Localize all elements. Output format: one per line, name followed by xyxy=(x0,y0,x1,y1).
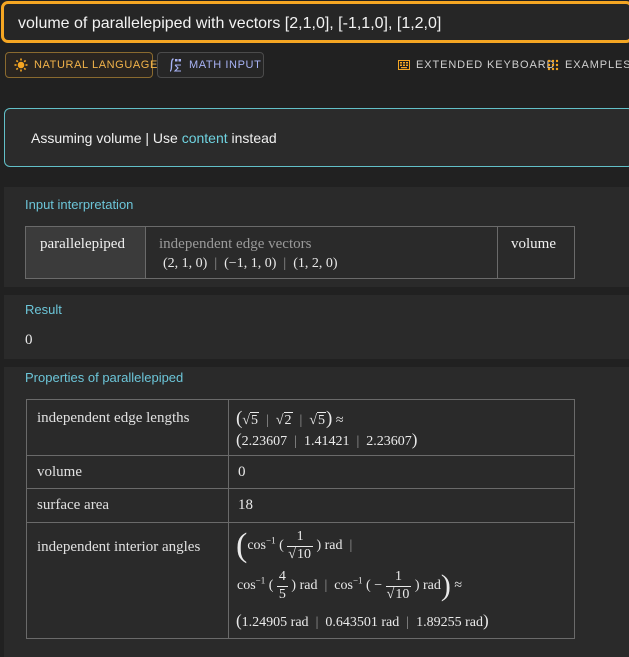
natural-language-button[interactable]: NATURAL LANGUAGE xyxy=(5,52,157,78)
interp-param-cell: independent edge vectors (2, 1, 0) | (−1, … xyxy=(146,227,498,278)
approx-value: 1.89255 rad xyxy=(416,615,483,630)
row-value: 18 xyxy=(238,497,253,513)
vector-2: (−1, 1, 0) xyxy=(224,256,277,271)
table-row: independent interior angles (cos−1 ( 1 √1… xyxy=(27,523,574,638)
pod-separator xyxy=(4,359,629,367)
approx-value: 2.23607 xyxy=(241,434,288,449)
assumption-text: Assuming volume | Use content instead xyxy=(31,130,277,146)
row-label: volume xyxy=(37,464,82,480)
unit: rad xyxy=(299,578,318,594)
approx-value: 2.23607 xyxy=(366,434,412,449)
row-label: surface area xyxy=(37,497,110,513)
fraction: 1 √10 xyxy=(287,529,313,562)
root-value: 5 xyxy=(250,412,260,428)
sun-icon xyxy=(14,58,28,72)
result-value: 0 xyxy=(25,332,33,348)
sign: − xyxy=(374,578,383,594)
row-value: 0 xyxy=(238,464,246,480)
func-name: cos xyxy=(334,578,353,594)
properties-title: Properties of parallelepiped xyxy=(25,370,184,385)
edge-lengths-exact: (√5 | √2 | √5) ≈ xyxy=(236,408,344,429)
assumption-banner: Assuming volume | Use content instead xyxy=(4,108,629,167)
assumption-prefix: Assuming volume | Use xyxy=(31,130,178,146)
interp-object-cell: parallelepiped xyxy=(26,227,146,278)
root-value: 2 xyxy=(283,412,293,428)
interp-property: volume xyxy=(511,236,556,252)
unit: rad xyxy=(422,578,441,594)
table-row: independent edge lengths (√5 | √2 | √5) ≈ (2… xyxy=(27,400,574,456)
vector-3: (1, 2, 0) xyxy=(293,256,338,271)
approx-value: 1.24905 rad xyxy=(241,615,309,630)
interp-property-cell: volume xyxy=(498,227,574,278)
row-label: independent edge lengths xyxy=(37,410,190,426)
examples-label: EXAMPLES xyxy=(565,59,629,71)
table-row: volume 0 xyxy=(27,456,574,489)
angle-1-exact: (cos−1 ( 1 √10 ) rad | xyxy=(236,527,353,564)
approx-value: 0.643501 rad xyxy=(325,615,400,630)
angle-2-3-exact: cos−1 ( 45 ) rad | cos−1 ( − 1 √10 ) rad) ≈ xyxy=(237,569,463,602)
integral-sigma-icon xyxy=(166,57,183,73)
search-input[interactable]: volume of parallelepiped with vectors [2… xyxy=(1,1,629,43)
grid-dots-icon xyxy=(547,59,559,71)
result-title: Result xyxy=(25,302,62,317)
func-name: cos xyxy=(237,578,256,594)
math-input-label: MATH INPUT xyxy=(189,59,262,71)
natural-language-label: NATURAL LANGUAGE xyxy=(34,59,158,71)
approx-value: 1.41421 xyxy=(303,434,350,449)
results-pods: Input interpretation parallelepiped inde… xyxy=(4,187,629,657)
interp-param-label: independent edge vectors xyxy=(159,236,312,252)
math-input-button[interactable]: MATH INPUT xyxy=(157,52,264,78)
fraction: 1 √10 xyxy=(385,569,412,602)
keyboard-icon xyxy=(398,60,410,70)
table-row: surface area 18 xyxy=(27,489,574,523)
vector-1: (2, 1, 0) xyxy=(163,256,208,271)
extended-keyboard-label: EXTENDED KEYBOARD xyxy=(416,59,556,71)
root-value: 5 xyxy=(317,412,327,428)
angles-approx: (1.24905 rad | 0.643501 rad | 1.89255 rad) xyxy=(236,611,489,630)
assumption-suffix: instead xyxy=(231,130,277,146)
properties-table: independent edge lengths (√5 | √2 | √5) ≈ (2… xyxy=(26,399,575,639)
extended-keyboard-button[interactable]: EXTENDED KEYBOARD xyxy=(398,59,555,71)
interp-vectors: (2, 1, 0) | (−1, 1, 0) | (1, 2, 0) xyxy=(163,256,338,271)
use-content-link[interactable]: content xyxy=(182,130,228,146)
interp-object: parallelepiped xyxy=(40,236,125,252)
row-label: independent interior angles xyxy=(37,539,201,555)
input-interpretation-table: parallelepiped independent edge vectors … xyxy=(25,226,575,279)
input-interpretation-title: Input interpretation xyxy=(25,197,134,212)
unit: rad xyxy=(324,538,343,554)
pod-separator xyxy=(4,287,629,295)
edge-lengths-approx: (2.23607 | 1.41421 | 2.23607) xyxy=(236,430,418,449)
search-query-text[interactable]: volume of parallelepiped with vectors [2… xyxy=(18,15,441,33)
examples-button[interactable]: EXAMPLES xyxy=(547,59,629,71)
func-name: cos xyxy=(247,538,266,554)
fraction: 45 xyxy=(276,569,288,602)
